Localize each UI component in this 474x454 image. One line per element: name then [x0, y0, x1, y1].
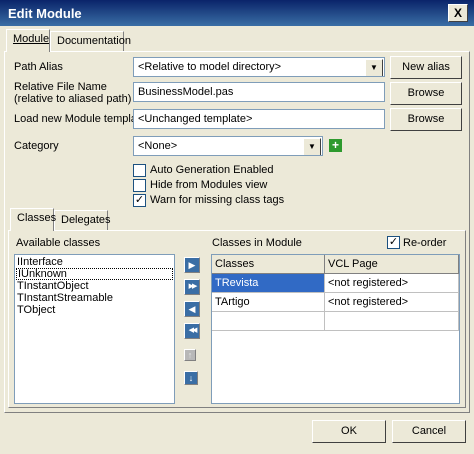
- category-combo[interactable]: <None> ▼: [133, 136, 323, 156]
- move-right-icon: ▶: [188, 260, 196, 270]
- cancel-button[interactable]: Cancel: [392, 420, 466, 443]
- table-cell-empty[interactable]: [212, 312, 325, 331]
- list-item[interactable]: IInterface: [17, 256, 63, 268]
- table-cell[interactable]: TArtigo: [212, 293, 325, 312]
- tab-module-label: Module: [13, 33, 50, 45]
- move-all-left-button[interactable]: ◀◀: [184, 323, 200, 339]
- move-down-icon: ↓: [188, 373, 194, 383]
- tab-classes[interactable]: Classes: [10, 208, 57, 231]
- path-alias-value: <Relative to model directory>: [138, 61, 282, 73]
- column-header-classes[interactable]: Classes: [212, 255, 325, 274]
- list-item[interactable]: TInstantStreamable: [17, 292, 113, 304]
- hide-modules-checkbox[interactable]: [133, 179, 146, 192]
- new-alias-button[interactable]: New alias: [390, 56, 462, 79]
- move-down-button[interactable]: ↓: [184, 371, 198, 385]
- available-classes-label: Available classes: [16, 237, 101, 249]
- tab-module[interactable]: Module: [6, 29, 50, 52]
- move-left-icon: ◀: [188, 304, 196, 314]
- move-left-button[interactable]: ◀: [184, 301, 200, 317]
- browse-file-button[interactable]: Browse: [390, 82, 462, 105]
- move-all-left-icon: ◀◀: [188, 327, 198, 334]
- tab-delegates[interactable]: Delegates: [54, 210, 111, 230]
- warn-missing-checkbox[interactable]: ✓: [133, 194, 146, 207]
- move-all-right-button[interactable]: ▶▶: [184, 279, 200, 295]
- relative-file-input[interactable]: BusinessModel.pas: [133, 82, 385, 102]
- warn-missing-label: Warn for missing class tags: [150, 194, 285, 206]
- browse-template-button[interactable]: Browse: [390, 108, 462, 131]
- available-classes-list[interactable]: IInterface IUnknown TInstantObject TInst…: [14, 254, 175, 404]
- tab-documentation-label: Documentation: [57, 35, 131, 47]
- move-up-button[interactable]: ↑: [184, 349, 196, 361]
- list-item[interactable]: TInstantObject: [17, 280, 89, 292]
- classes-grid[interactable]: Classes VCL Page TRevista <not registere…: [211, 254, 460, 404]
- table-cell[interactable]: <not registered>: [325, 293, 459, 312]
- relative-file-label-line2: (relative to aliased path): [14, 93, 132, 105]
- relative-file-label-line1: Relative File Name: [14, 81, 107, 93]
- path-alias-combo[interactable]: <Relative to model directory> ▼: [133, 57, 385, 77]
- reorder-label: Re-order: [403, 237, 447, 249]
- ok-button[interactable]: OK: [312, 420, 386, 443]
- chevron-down-icon[interactable]: ▼: [303, 138, 321, 155]
- template-input[interactable]: <Unchanged template>: [133, 109, 385, 129]
- table-cell[interactable]: TRevista: [212, 274, 325, 293]
- category-label: Category: [14, 140, 59, 152]
- close-icon: X: [453, 6, 462, 20]
- close-button[interactable]: X: [448, 4, 468, 22]
- move-right-button[interactable]: ▶: [184, 257, 200, 273]
- classes-in-module-label: Classes in Module: [212, 237, 302, 249]
- table-cell[interactable]: <not registered>: [325, 274, 459, 293]
- tab-documentation[interactable]: Documentation: [50, 31, 131, 51]
- reorder-checkbox[interactable]: ✓: [387, 236, 400, 249]
- auto-generation-label: Auto Generation Enabled: [150, 164, 274, 176]
- list-item[interactable]: IUnknown: [16, 268, 173, 280]
- hide-modules-label: Hide from Modules view: [150, 179, 268, 191]
- path-alias-label: Path Alias: [14, 61, 63, 73]
- window-title: Edit Module: [8, 6, 82, 21]
- tab-delegates-label: Delegates: [61, 214, 111, 226]
- relative-file-label: Relative File Name (relative to aliased …: [14, 81, 131, 105]
- chevron-down-icon[interactable]: ▼: [365, 59, 383, 76]
- tab-classes-label: Classes: [17, 212, 57, 224]
- title-bar: Edit Module: [0, 0, 474, 26]
- add-category-icon[interactable]: +: [329, 139, 342, 152]
- table-cell-empty[interactable]: [325, 312, 459, 331]
- category-value: <None>: [138, 140, 178, 152]
- move-all-right-icon: ▶▶: [188, 283, 198, 290]
- auto-generation-checkbox[interactable]: [133, 164, 146, 177]
- move-up-icon: ↑: [187, 350, 193, 360]
- list-item[interactable]: TObject: [17, 304, 55, 316]
- column-header-vcl-page[interactable]: VCL Page: [325, 255, 459, 274]
- template-label: Load new Module template: [14, 113, 147, 125]
